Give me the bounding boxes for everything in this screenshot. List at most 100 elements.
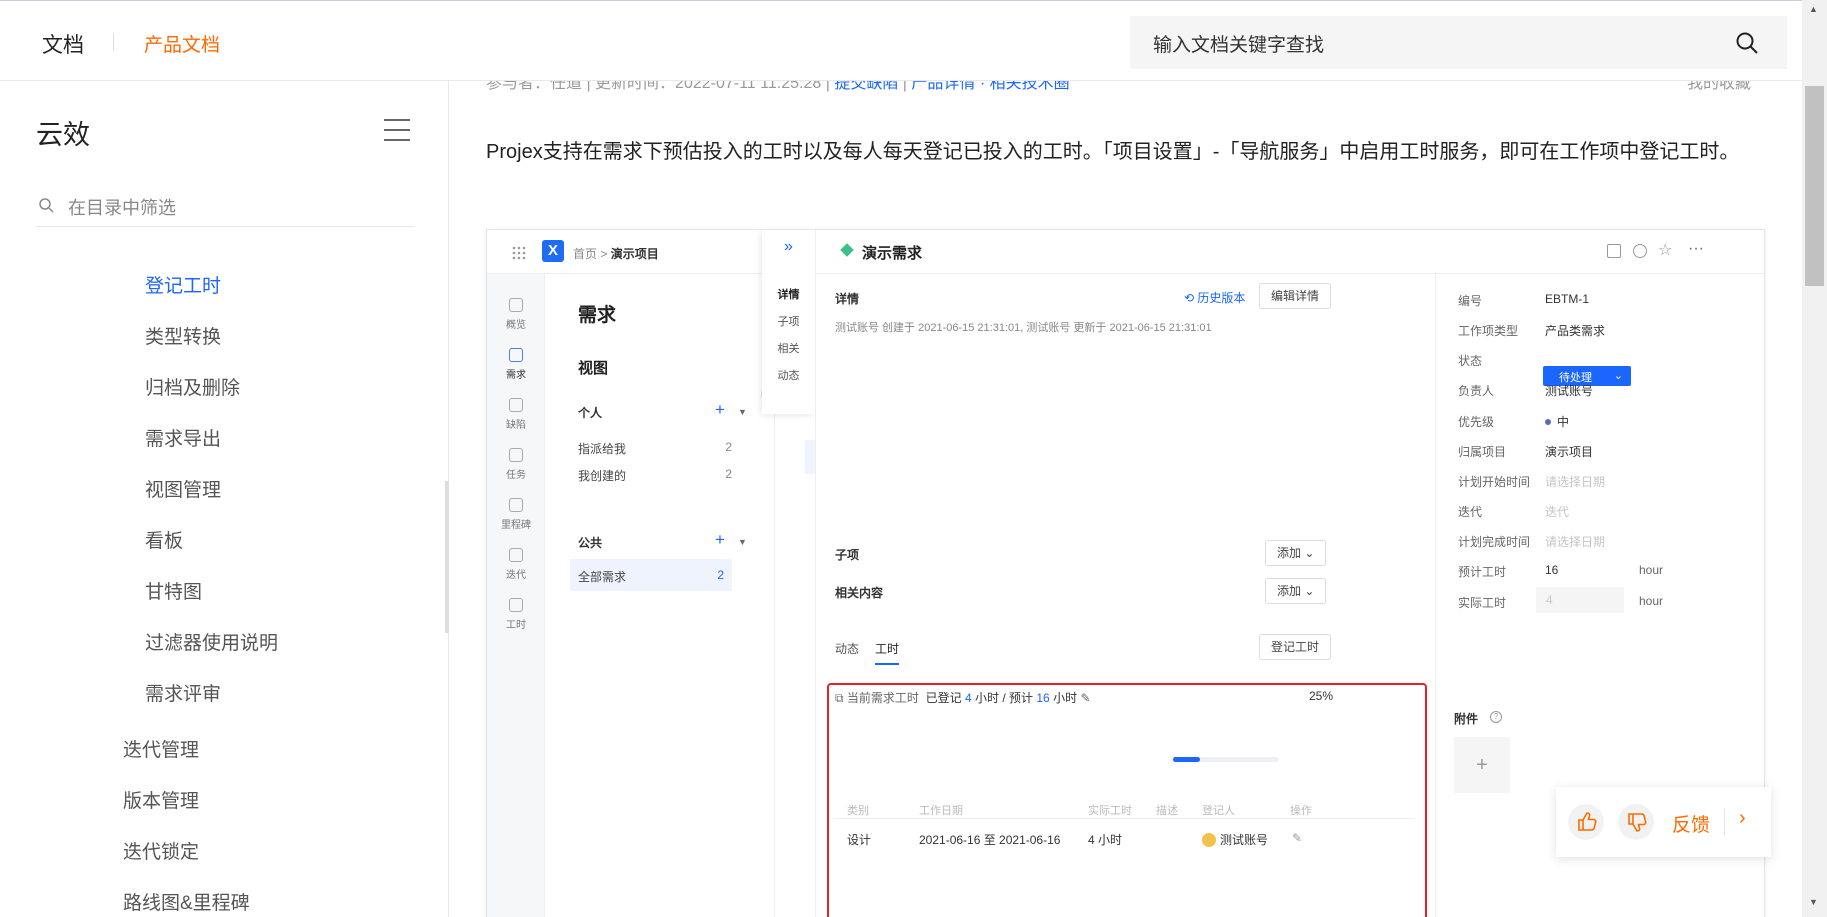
sidebar-item-export[interactable]: 需求导出: [145, 424, 221, 451]
tab-activity: 动态: [777, 370, 800, 382]
nav-defects: 缺陷: [487, 398, 545, 431]
attachments-label: 附件: [1454, 712, 1479, 726]
sidebar-item-log-worktime[interactable]: 登记工时: [145, 271, 221, 298]
meta-text: 参与者：任道 | 更新时间：2022-07-11 11:25:28 |: [486, 81, 830, 92]
priority-dot-icon: [1545, 419, 1551, 425]
field-label: 实际工时: [1458, 596, 1507, 610]
sidebar-item-archive-delete[interactable]: 归档及删除: [145, 373, 240, 400]
created-meta: 测试账号 创建于 2021-06-15 21:31:01, 测试账号 更新于 2…: [835, 322, 1212, 334]
worktime-summary: ⧉ 当前需求工时 已登记 4 小时 / 预计 16 小时 ✎: [835, 689, 1091, 706]
dislike-button[interactable]: [1618, 804, 1654, 840]
page-scrollbar[interactable]: ▲ ▼: [1802, 0, 1827, 917]
nav-label: 任务: [506, 470, 526, 481]
field-label: 预计工时: [1458, 565, 1507, 579]
chevron-down-icon: ▼: [738, 537, 747, 547]
hours-unit: 小时: [1053, 691, 1078, 705]
nav-label: 工时: [506, 620, 526, 631]
field-value: 产品类需求: [1545, 324, 1606, 338]
sidebar-title: 云效: [36, 120, 90, 150]
chevron-right-icon[interactable]: ›: [1739, 807, 1746, 830]
row-count: 2: [717, 568, 724, 582]
product-detail-link[interactable]: 产品详情 · 相关技术圈: [911, 81, 1069, 92]
user-name: 测试账号: [1220, 833, 1269, 847]
field-value: 迭代: [1545, 505, 1570, 519]
chevron-down-icon: ⌄: [1613, 370, 1623, 382]
sidebar-item-iteration-lock[interactable]: 迭代锁定: [123, 837, 199, 864]
field-value: 演示项目: [1545, 445, 1594, 459]
sidebar-item-view-management[interactable]: 视图管理: [145, 475, 221, 502]
drawer-title: 演示需求: [862, 245, 923, 262]
submit-defect-link[interactable]: 提交缺陷: [834, 81, 898, 92]
add-label: 添加: [1277, 546, 1302, 560]
worktime-highlight: [827, 683, 1427, 917]
catalog-filter-input[interactable]: 在目录中筛选: [36, 185, 414, 227]
pin-icon: [509, 498, 523, 512]
sidebar-item-gantt[interactable]: 甘特图: [145, 577, 202, 604]
estimate-prefix: / 预计: [1002, 691, 1034, 705]
bug-icon: [509, 398, 523, 412]
unit-label: hour: [1639, 594, 1664, 608]
sidebar-item-kanban[interactable]: 看板: [145, 526, 183, 553]
sidebar-item-filter-guide[interactable]: 过滤器使用说明: [145, 628, 278, 655]
docs-link[interactable]: 文档: [42, 29, 84, 59]
tab-subitems: 子项: [777, 316, 800, 328]
table-cell: 4 小时: [1088, 833, 1123, 847]
nav-label: 概览: [506, 320, 526, 331]
search-icon: [39, 198, 54, 213]
scroll-up-icon[interactable]: ▲: [1809, 4, 1818, 14]
search-input[interactable]: 输入文档关键字查找: [1130, 16, 1787, 69]
sidebar-item-iteration-management[interactable]: 迭代管理: [123, 735, 199, 762]
feedback-widget: 反馈 ›: [1556, 787, 1771, 857]
field-label: 状态: [1458, 354, 1483, 368]
top-bar: 文档 产品文档 输入文档关键字查找: [0, 0, 1802, 81]
add-icon: +: [715, 400, 725, 419]
feedback-button[interactable]: 反馈: [1672, 810, 1710, 837]
field-label: 负责人: [1458, 384, 1495, 398]
nav-tasks: 任务: [487, 448, 545, 481]
bulb-icon: [509, 448, 523, 462]
unit-label: hour: [1639, 563, 1664, 577]
nav-label: 迭代: [506, 570, 526, 581]
add-attachment-button: +: [1454, 737, 1510, 793]
public-group: 公共: [578, 536, 603, 550]
add-label: 添加: [1277, 584, 1302, 598]
tab-activity: 动态: [835, 642, 860, 656]
logged-prefix: 已登记: [925, 691, 962, 705]
column-header: 工作日期: [919, 805, 963, 817]
divider: [834, 818, 1414, 819]
table-cell: 2021-06-16 至 2021-06-16: [919, 833, 1061, 847]
history-label: 历史版本: [1197, 291, 1246, 305]
app-logo-icon: X: [542, 240, 564, 262]
edit-icon: ✎: [1080, 691, 1091, 705]
sidebar-item-type-convert[interactable]: 类型转换: [145, 322, 221, 349]
clipboard-icon: ⧉: [835, 691, 844, 705]
tab-related: 相关: [777, 343, 800, 355]
sidebar-scrollbar[interactable]: [445, 481, 449, 633]
personal-group: 个人: [578, 406, 603, 420]
field-value: 16: [1545, 563, 1559, 577]
product-docs-link[interactable]: 产品文档: [144, 30, 220, 57]
divider: [1435, 274, 1436, 917]
like-button[interactable]: [1568, 804, 1604, 840]
clock-icon: [509, 598, 523, 612]
sidebar-item-version-management[interactable]: 版本管理: [123, 786, 199, 813]
field-value: 请选择日期: [1545, 535, 1606, 549]
logged-hours: 4: [964, 691, 972, 705]
sidebar-item-roadmap[interactable]: 路线图&里程碑: [123, 888, 250, 915]
views-title: 视图: [578, 360, 609, 377]
favorite-link[interactable]: 我的收藏: [1687, 81, 1751, 93]
tab-details: 详情: [777, 289, 800, 301]
field-label: 计划开始时间: [1458, 475, 1531, 489]
estimate-hours: 16: [1036, 691, 1050, 705]
sidebar-item-review[interactable]: 需求评审: [145, 679, 221, 706]
menu-icon[interactable]: [384, 119, 410, 141]
search-icon[interactable]: [1735, 31, 1759, 55]
hours-unit: 小时: [975, 691, 1000, 705]
article-meta: 参与者：任道 | 更新时间：2022-07-11 11:25:28 | 提交缺陷…: [486, 81, 1070, 93]
scroll-down-icon[interactable]: ▼: [1809, 897, 1818, 907]
scrollbar-thumb[interactable]: [1805, 86, 1824, 286]
column-header: 实际工时: [1088, 805, 1132, 817]
nav-overview: 概览: [487, 298, 545, 331]
worktime-progress-bar: [1173, 757, 1279, 762]
related-label: 相关内容: [835, 586, 884, 600]
